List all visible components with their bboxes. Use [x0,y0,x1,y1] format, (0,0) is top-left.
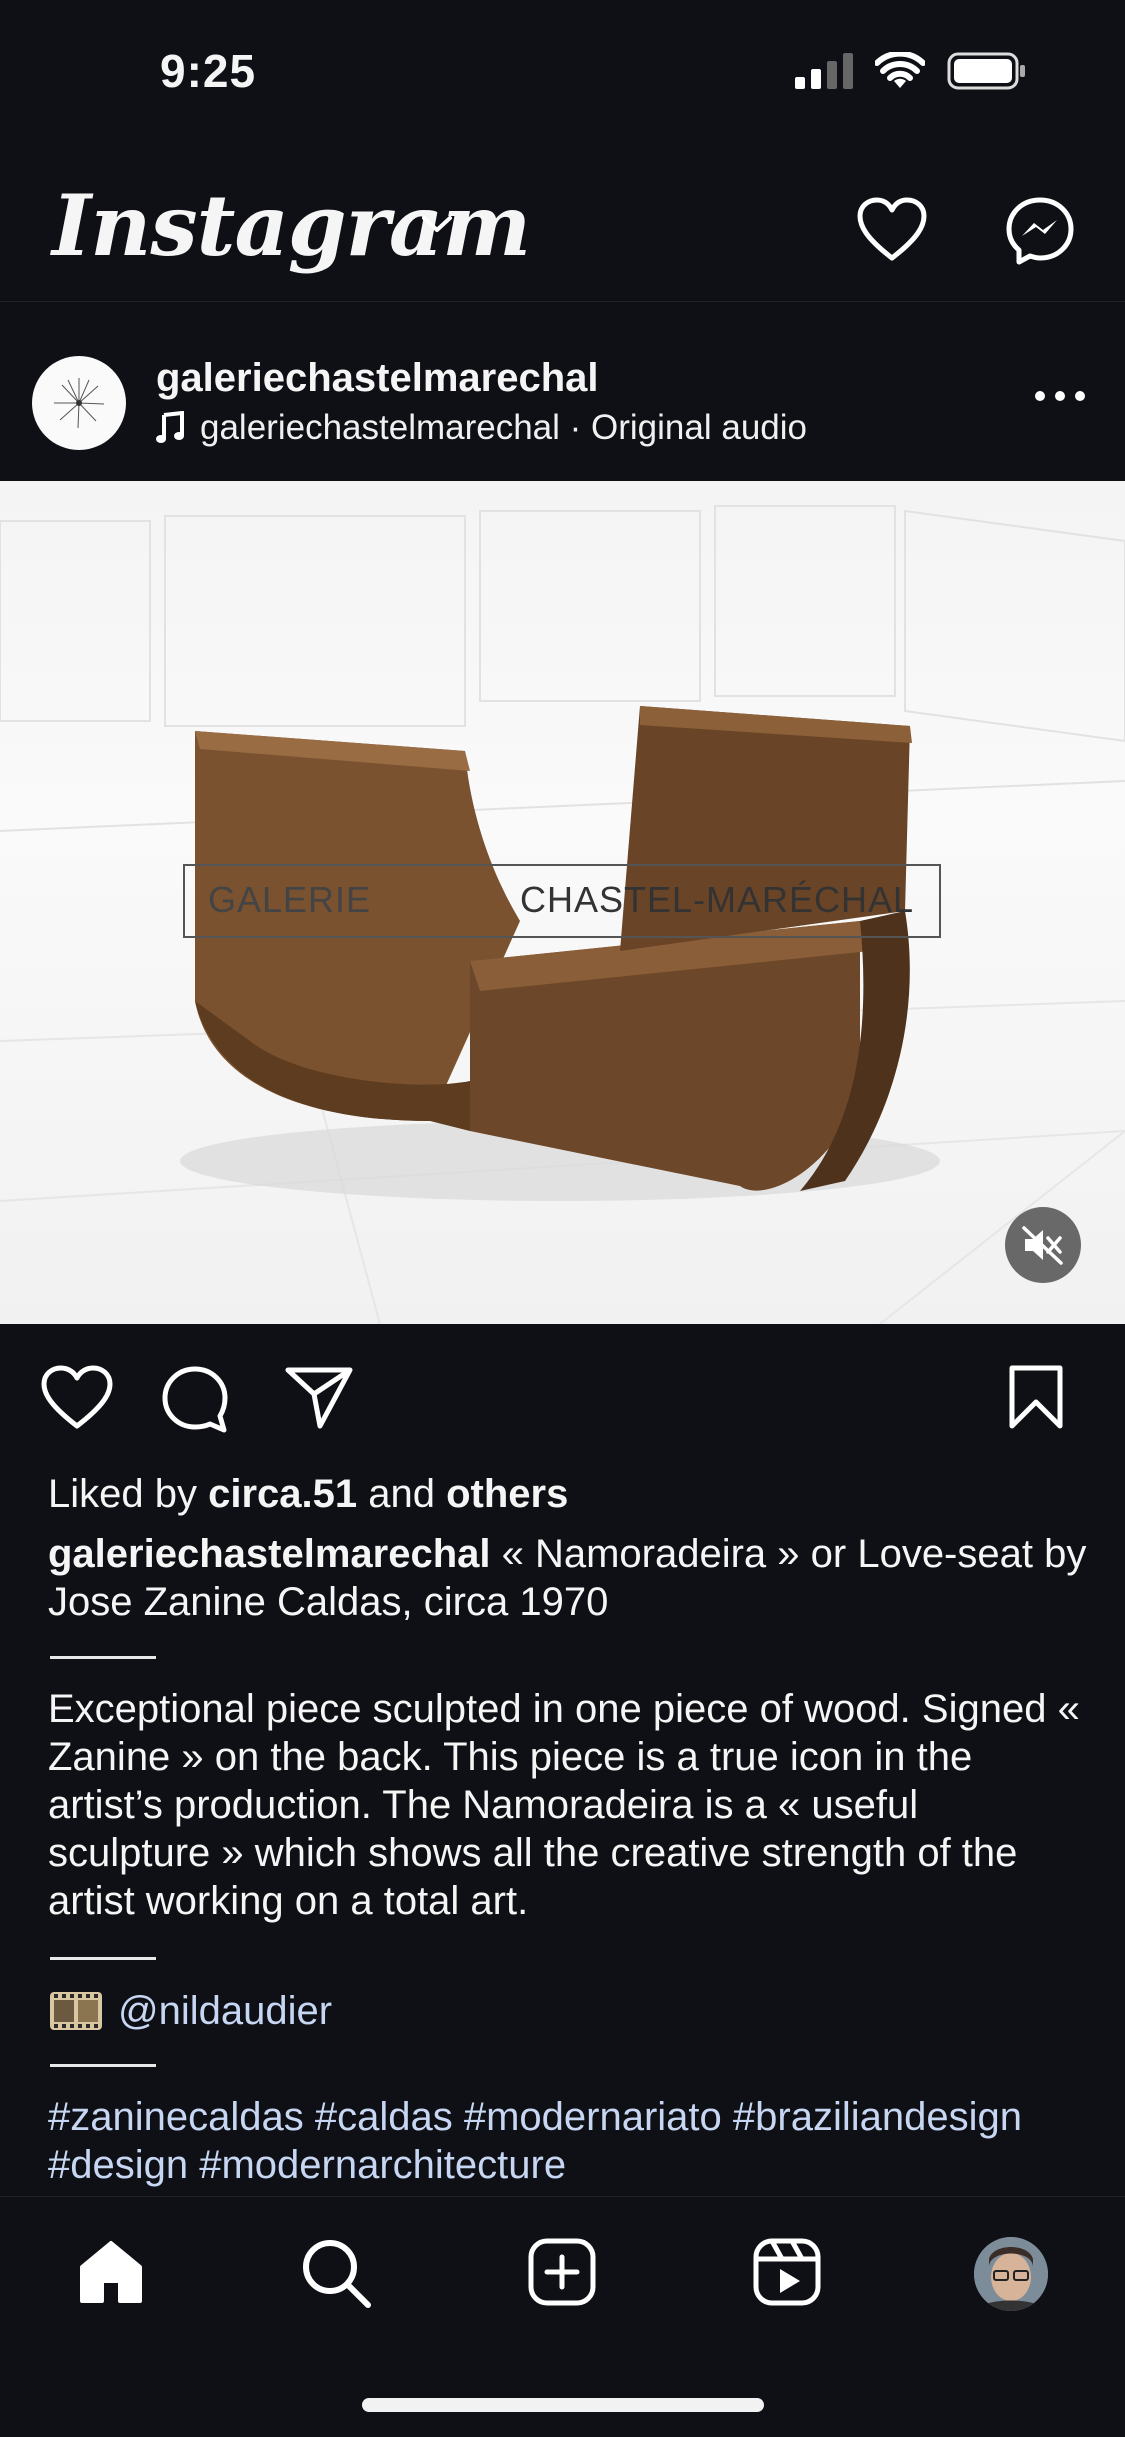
like-icon[interactable] [40,1364,114,1430]
watermark-right: CHASTEL-MARÉCHAL [520,879,915,920]
profile-photo [974,2237,1048,2311]
liked-by-user[interactable]: circa.51 [208,1472,357,1516]
audio-label: Original audio [591,408,807,447]
create-post-icon[interactable] [527,2237,597,2307]
description-separator [50,1957,156,1960]
status-time: 9:25 [160,45,257,97]
status-icons [795,52,1027,90]
chevron-down-icon[interactable] [420,212,454,236]
hashtags[interactable]: #zaninecaldas #caldas #modernariato #bra… [48,2093,1088,2189]
likes-prefix: Liked by [48,1472,209,1516]
reels-icon[interactable] [752,2237,822,2307]
more-options-icon[interactable] [1030,386,1090,406]
audio-user: galeriechastelmarechal [200,408,560,447]
header-divider [0,301,1125,302]
post-description: Exceptional piece sculpted in one piece … [48,1687,1080,1923]
speaker-muted-icon [1022,1226,1063,1265]
likes-middle: and [357,1472,447,1516]
post-caption: galeriechastelmarechal « Namoradeira » o… [48,1530,1088,1626]
signal-icon [795,53,853,89]
battery-icon [947,52,1025,90]
dandelion-logo-icon [54,378,105,429]
search-icon[interactable] [300,2237,372,2309]
home-icon[interactable] [76,2237,146,2307]
liked-by-others[interactable]: others [446,1472,568,1516]
instagram-logo[interactable]: Instagram [52,176,531,275]
caption-username[interactable]: galeriechastelmarechal [48,1532,490,1576]
profile-avatar[interactable] [974,2237,1048,2311]
wifi-icon [875,52,925,88]
home-indicator [362,2398,764,2412]
activity-heart-icon[interactable] [856,196,928,262]
mute-button[interactable] [1005,1207,1081,1283]
audio-separator: · [559,408,592,447]
post-username[interactable]: galeriechastelmarechal [156,356,598,401]
comment-icon[interactable] [160,1364,230,1434]
credit-row: @nildaudier [48,1988,332,2034]
film-frames-icon [50,1992,102,2030]
credit-separator [50,2064,156,2067]
post-author-avatar[interactable] [32,356,126,450]
post-media[interactable]: GALERIE CHASTEL-MARÉCHAL [0,481,1125,1324]
bookmark-icon[interactable] [1006,1364,1066,1430]
credit-mention-link[interactable]: @nildaudier [118,1989,332,2034]
audio-attribution[interactable]: galeriechastelmarechal · Original audio [156,408,807,448]
share-icon[interactable] [284,1364,354,1430]
music-note-icon [156,411,184,443]
messenger-icon[interactable] [1005,196,1075,266]
caption-separator [50,1656,156,1659]
likes-summary[interactable]: Liked by circa.51 and others [48,1470,1088,1518]
watermark-left: GALERIE [208,879,372,920]
